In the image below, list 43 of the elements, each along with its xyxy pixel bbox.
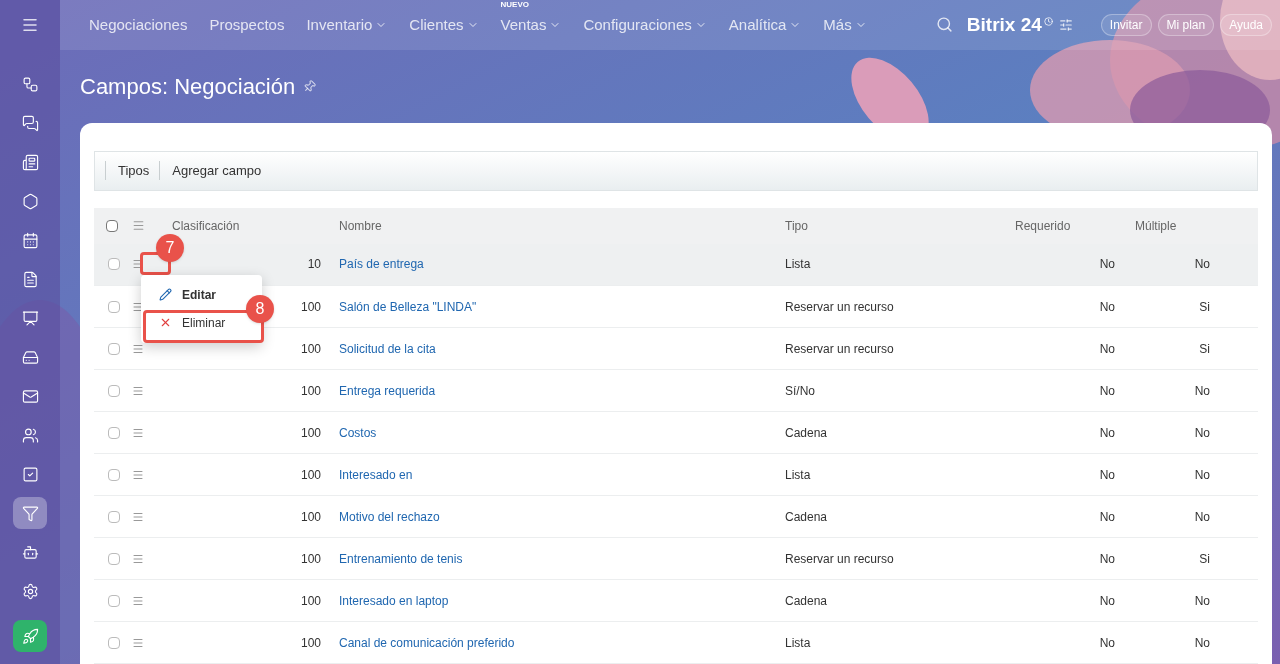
table-cell: Si <box>1135 285 1258 328</box>
sort-value: 100 <box>300 341 321 356</box>
table-cell: No <box>1015 243 1135 286</box>
new-label: NUEVO <box>500 0 529 11</box>
table-cell: No <box>1015 453 1135 496</box>
table-cell: No <box>1015 327 1135 370</box>
table-cell: Si <box>1135 327 1258 370</box>
table-cell: Cadena <box>785 411 1015 454</box>
table-cell: Sí/No <box>785 369 1015 412</box>
sort-value: 10 <box>307 257 321 272</box>
table-cell: No <box>1135 369 1258 412</box>
table-cell: No <box>1015 621 1135 664</box>
table-cell: Lista <box>785 243 1015 286</box>
sort-value: 100 <box>300 299 321 314</box>
table-cell: No <box>1135 453 1258 496</box>
logo: Bitrix 24 <box>966 12 1042 37</box>
table-cell: No <box>1135 243 1258 286</box>
table-cell: No <box>1015 369 1135 412</box>
sort-value: 100 <box>300 383 321 398</box>
table-cell: Reservar un recurso <box>785 285 1015 328</box>
table-cell: No <box>1015 579 1135 622</box>
sort-value: 100 <box>300 425 321 440</box>
table-cell: No <box>1135 495 1258 538</box>
page-title: Campos: Negociación <box>80 72 296 101</box>
table-cell: No <box>1015 537 1135 580</box>
table-cell: Reservar un recurso <box>785 327 1015 370</box>
table-cell: Reservar un recurso <box>785 537 1015 580</box>
table-cell: No <box>1135 411 1258 454</box>
table-cell: No <box>1015 411 1135 454</box>
sort-value: 100 <box>300 509 321 524</box>
table-cell: Cadena <box>785 495 1015 538</box>
table-cell: Cadena <box>785 579 1015 622</box>
table-cell: Lista <box>785 453 1015 496</box>
table-cell: No <box>1135 621 1258 664</box>
table-cell: No <box>1015 495 1135 538</box>
table-cell: No <box>1135 579 1258 622</box>
sort-value: 100 <box>300 467 321 482</box>
table-cell: Si <box>1135 537 1258 580</box>
sort-value: 100 <box>300 551 321 566</box>
table-cell: No <box>1015 285 1135 328</box>
sort-value: 100 <box>300 635 321 650</box>
sort-value: 100 <box>300 593 321 608</box>
table-cell: Lista <box>785 621 1015 664</box>
